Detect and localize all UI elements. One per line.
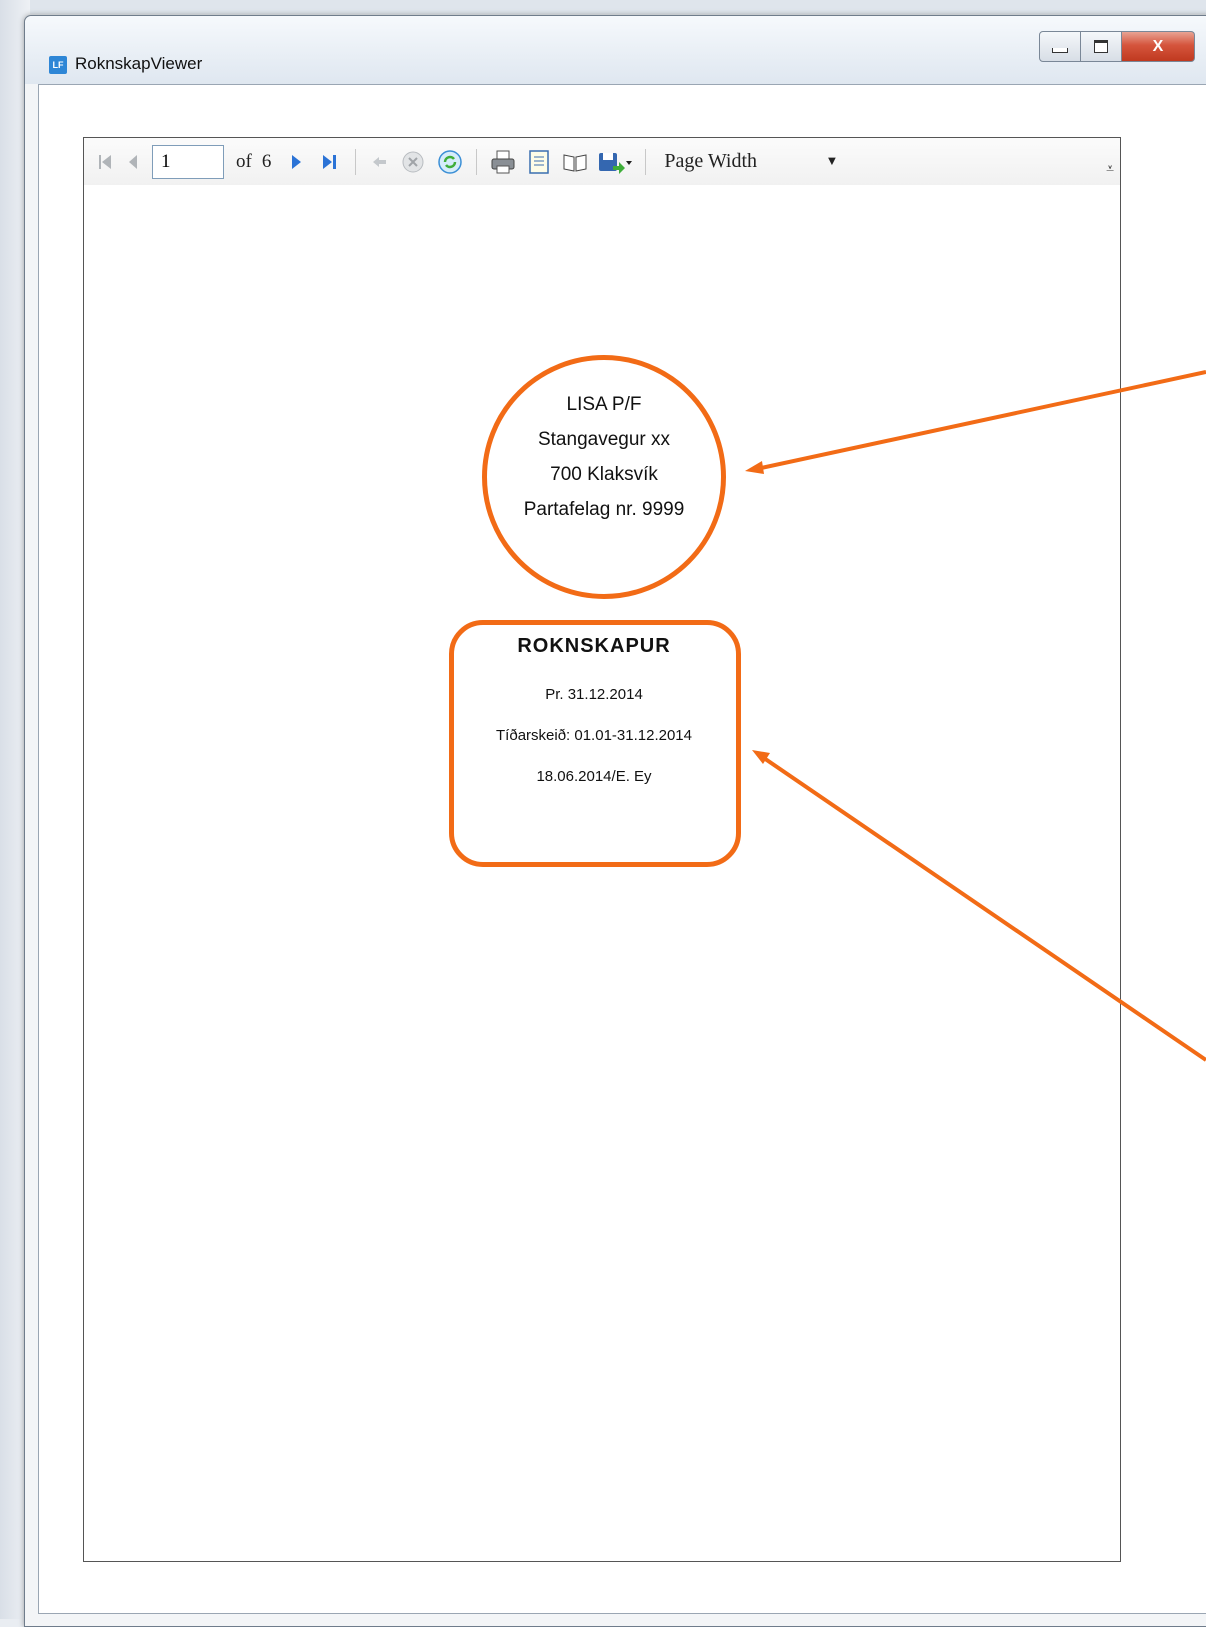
arrowhead-address-icon (745, 461, 764, 474)
arrow-to-address (751, 370, 1206, 472)
annotation-arrows (745, 370, 1206, 1062)
arrow-to-cover (756, 752, 1206, 1062)
